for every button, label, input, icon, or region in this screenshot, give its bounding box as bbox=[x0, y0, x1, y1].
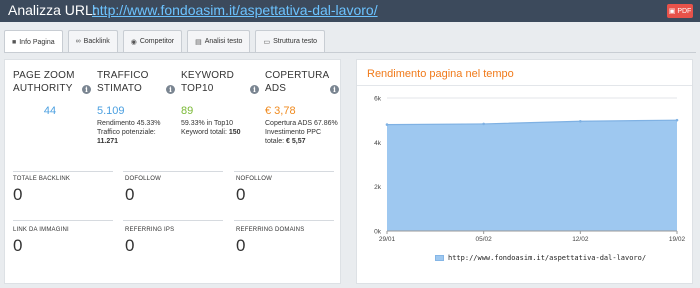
y-tick-label: 4k bbox=[374, 140, 382, 147]
divider bbox=[123, 171, 223, 172]
counter-nofollow: NOFOLLOW 0 bbox=[236, 176, 272, 205]
data-point bbox=[385, 123, 389, 126]
metric-value: € 3,78 bbox=[265, 105, 296, 117]
metrics-panel: PAGE ZOOM AUTHORITY i 44 TRAFFICO STIMAT… bbox=[4, 59, 341, 284]
legend-swatch bbox=[435, 255, 444, 261]
metric-keyword-top10: KEYWORD TOP10 i 89 59.33% in Top10 Keywo… bbox=[181, 69, 265, 137]
metric-traffico-stimato: TRAFFICO STIMATO i 5.109 Rendimento 45.3… bbox=[97, 69, 181, 146]
area-chart: 0k 2k 4k 6k 29/01 05/02 12/02 19/02 bbox=[374, 96, 686, 244]
info-icon[interactable]: i bbox=[330, 85, 339, 94]
tab-label: Info Pagina bbox=[19, 38, 55, 46]
counter-label: TOTALE BACKLINK bbox=[13, 176, 71, 182]
tab-label: Competitor bbox=[139, 38, 175, 45]
tab-label: Analisi testo bbox=[204, 38, 243, 45]
y-tick-label: 0k bbox=[374, 229, 382, 236]
pdf-label: PDF bbox=[677, 7, 692, 15]
counter-referring-domains: REFERRING DOMAINS 0 bbox=[236, 227, 304, 256]
x-tick-label: 19/02 bbox=[669, 236, 686, 243]
info-icon[interactable]: i bbox=[166, 85, 175, 94]
text-doc-icon: ▤ bbox=[195, 38, 202, 46]
divider bbox=[234, 171, 334, 172]
series-area bbox=[387, 120, 677, 231]
counter-value: 0 bbox=[13, 236, 23, 255]
pdf-icon: ▣ bbox=[668, 8, 676, 15]
data-point bbox=[482, 122, 485, 126]
metric-detail: 59.33% in Top10 Keyword totali: 150 bbox=[181, 120, 241, 136]
counter-dofollow: DOFOLLOW 0 bbox=[125, 176, 161, 205]
counter-label: REFERRING IPS bbox=[125, 227, 175, 233]
counter-label: NOFOLLOW bbox=[236, 176, 272, 182]
chart-panel: Rendimento pagina nel tempo 0k 2k 4k 6k 29/0… bbox=[356, 59, 693, 284]
page-title: Analizza URL: bbox=[8, 2, 97, 18]
tab-info-pagina[interactable]: ■ Info Pagina bbox=[4, 30, 63, 53]
chart-legend: http://www.fondoasim.it/aspettativa-dal-… bbox=[435, 254, 646, 262]
link-icon: ∞ bbox=[75, 38, 81, 45]
legend-label: http://www.fondoasim.it/aspettativa-dal-… bbox=[448, 254, 647, 262]
counter-label: REFERRING DOMAINS bbox=[236, 227, 305, 233]
tab-struttura-testo[interactable]: ▭ Struttura testo bbox=[255, 30, 326, 52]
metric-detail: Rendimento 45.33% Traffico potenziale: 1… bbox=[97, 120, 161, 145]
counter-value: 0 bbox=[13, 185, 23, 204]
metric-detail: Copertura ADS 67.86% Investimento PPC to… bbox=[265, 120, 338, 145]
metric-value: 5.109 bbox=[97, 105, 125, 117]
counter-referring-ips: REFERRING IPS 0 bbox=[125, 227, 174, 256]
metric-page-zoom-authority: PAGE ZOOM AUTHORITY i 44 bbox=[13, 69, 97, 117]
tab-bar: ■ Info Pagina ∞ Backlink ◉ Competitor ▤ … bbox=[0, 22, 700, 56]
tab-label: Struttura testo bbox=[273, 38, 318, 45]
pdf-export-button[interactable]: ▣ PDF bbox=[667, 4, 693, 18]
data-point bbox=[675, 118, 679, 122]
info-icon[interactable]: i bbox=[250, 85, 259, 94]
counter-totale-backlink: TOTALE BACKLINK 0 bbox=[13, 176, 70, 205]
x-tick-label: 29/01 bbox=[379, 236, 396, 243]
analyzed-url-link[interactable]: http://www.fondoasim.it/aspettativa-dal-… bbox=[92, 2, 378, 18]
tab-analisi-testo[interactable]: ▤ Analisi testo bbox=[187, 30, 251, 52]
counter-value: 0 bbox=[125, 185, 135, 204]
eye-icon: ◉ bbox=[130, 38, 137, 46]
counter-value: 0 bbox=[125, 236, 135, 255]
divider bbox=[13, 171, 113, 172]
header-bar: Analizza URL: http://www.fondoasim.it/as… bbox=[0, 0, 700, 22]
metric-value: 44 bbox=[43, 105, 57, 117]
metric-value: 89 bbox=[181, 105, 194, 117]
divider bbox=[13, 220, 113, 221]
metric-copertura-ads: COPERTURA ADS i € 3,78 Copertura ADS 67.… bbox=[265, 69, 341, 146]
tabs-divider bbox=[4, 52, 696, 53]
info-icon[interactable]: i bbox=[82, 85, 91, 94]
chart-title: Rendimento pagina nel tempo bbox=[367, 68, 514, 80]
counter-value: 0 bbox=[236, 185, 246, 204]
counter-label: LINK DA IMMAGINI bbox=[13, 227, 69, 233]
data-point bbox=[579, 119, 582, 123]
counter-label: DOFOLLOW bbox=[125, 176, 161, 182]
structure-icon: ▭ bbox=[263, 38, 271, 46]
divider bbox=[234, 220, 334, 221]
y-tick-label: 2k bbox=[374, 184, 382, 191]
y-tick-label: 6k bbox=[374, 96, 382, 103]
tab-competitor[interactable]: ◉ Competitor bbox=[122, 30, 183, 52]
x-tick-label: 12/02 bbox=[572, 236, 589, 243]
x-tick-label: 05/02 bbox=[476, 236, 493, 243]
tab-backlink[interactable]: ∞ Backlink bbox=[67, 30, 118, 52]
counter-value: 0 bbox=[236, 236, 246, 255]
document-icon: ■ bbox=[12, 38, 17, 46]
tab-label: Backlink bbox=[83, 38, 110, 45]
counter-link-da-immagini: LINK DA IMMAGINI 0 bbox=[13, 227, 69, 256]
divider bbox=[123, 220, 223, 221]
